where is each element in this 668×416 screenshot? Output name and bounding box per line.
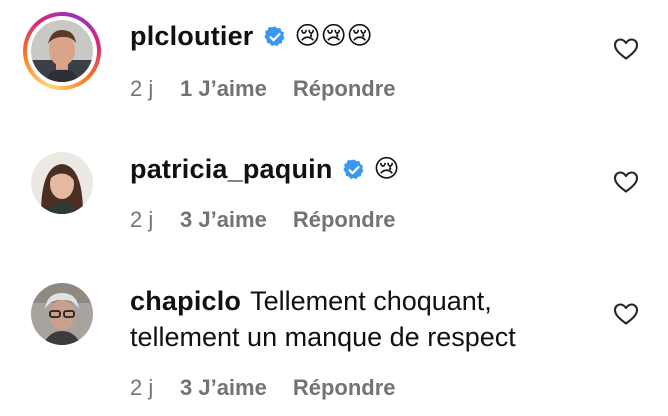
comment-text: Tellement choquant, (250, 286, 492, 316)
avatar[interactable] (31, 20, 93, 82)
comment-time[interactable]: 2 j (130, 76, 180, 102)
comment-emoji: 😢😢😢 (294, 22, 373, 50)
comment-header: patricia_paquin 😢 (130, 154, 400, 185)
avatar[interactable] (31, 283, 93, 345)
comment-emoji: 😢 (373, 155, 400, 183)
reply-button[interactable]: Répondre (293, 375, 396, 401)
comment-header: plcloutier 😢😢😢 (130, 21, 373, 52)
reply-button[interactable]: Répondre (293, 207, 396, 233)
likes-count[interactable]: 3 J’aime (180, 375, 267, 401)
comment-meta: 2 j 3 J’aime Répondre (130, 207, 396, 233)
comment-meta: 2 j 1 J’aime Répondre (130, 76, 396, 102)
comment-time[interactable]: 2 j (130, 375, 180, 401)
verified-badge-icon (342, 159, 364, 179)
comment-meta: 2 j 3 J’aime Répondre (130, 375, 396, 401)
username[interactable]: patricia_paquin (130, 154, 333, 185)
verified-badge-icon (263, 26, 285, 46)
likes-count[interactable]: 3 J’aime (180, 207, 267, 233)
heart-outline-icon[interactable] (613, 170, 639, 194)
comments-list: plcloutier 😢😢😢 2 j 1 J’aime Répondre pat… (0, 0, 668, 416)
heart-outline-icon[interactable] (613, 37, 639, 61)
likes-count[interactable]: 1 J’aime (180, 76, 267, 102)
comment-header: chapiclo Tellement choquant, (130, 286, 492, 317)
reply-button[interactable]: Répondre (293, 76, 396, 102)
username[interactable]: chapiclo (130, 286, 241, 317)
comment-time[interactable]: 2 j (130, 207, 180, 233)
username[interactable]: plcloutier (130, 21, 254, 52)
heart-outline-icon[interactable] (613, 302, 639, 326)
avatar[interactable] (31, 152, 93, 214)
comment-text-continued: tellement un manque de respect (130, 322, 516, 352)
